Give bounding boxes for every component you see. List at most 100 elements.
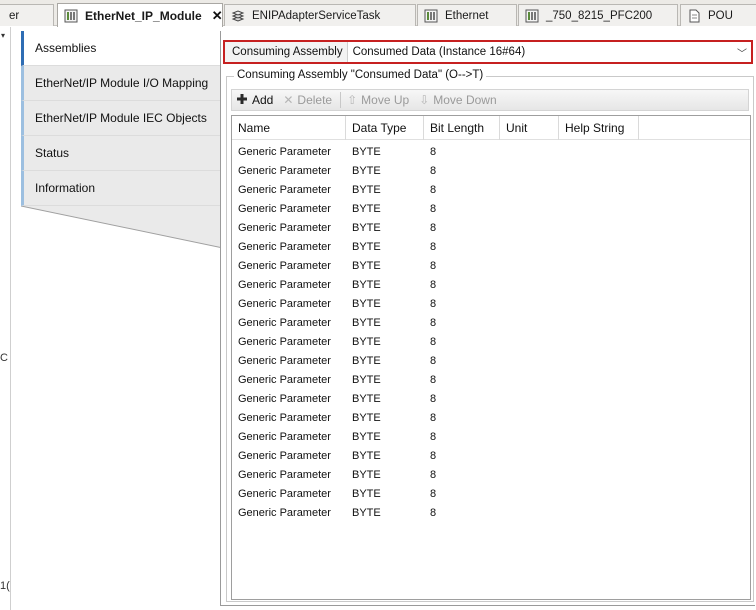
table-cell[interactable]: Generic Parameter bbox=[232, 504, 346, 523]
table-cell[interactable]: Generic Parameter bbox=[232, 390, 346, 409]
nav-item-iec-objects[interactable]: EtherNet/IP Module IEC Objects bbox=[21, 101, 223, 136]
table-cell[interactable] bbox=[559, 428, 639, 447]
table-cell[interactable]: BYTE bbox=[346, 390, 424, 409]
table-cell[interactable] bbox=[500, 447, 559, 466]
table-cell[interactable]: Generic Parameter bbox=[232, 181, 346, 200]
table-cell[interactable] bbox=[559, 352, 639, 371]
table-cell[interactable] bbox=[559, 504, 639, 523]
nav-item-assemblies[interactable]: Assemblies bbox=[21, 31, 224, 66]
table-cell[interactable]: Generic Parameter bbox=[232, 314, 346, 333]
table-cell[interactable]: BYTE bbox=[346, 504, 424, 523]
table-cell[interactable]: 8 bbox=[424, 428, 500, 447]
column-header-bit-length[interactable]: Bit Length bbox=[424, 116, 500, 140]
table-cell[interactable]: Generic Parameter bbox=[232, 238, 346, 257]
table-cell[interactable] bbox=[500, 181, 559, 200]
table-cell[interactable] bbox=[500, 352, 559, 371]
table-row[interactable]: Generic Parameter BYTE 8 bbox=[232, 409, 750, 428]
move-up-button[interactable]: ⇧ Move Up bbox=[343, 90, 415, 110]
table-cell[interactable]: 8 bbox=[424, 276, 500, 295]
table-cell[interactable]: Generic Parameter bbox=[232, 143, 346, 162]
table-cell[interactable]: 8 bbox=[424, 371, 500, 390]
table-cell[interactable]: Generic Parameter bbox=[232, 162, 346, 181]
table-cell[interactable]: 8 bbox=[424, 333, 500, 352]
table-cell[interactable]: BYTE bbox=[346, 257, 424, 276]
tab-device-partial[interactable]: er bbox=[0, 4, 54, 26]
table-cell[interactable]: 8 bbox=[424, 143, 500, 162]
table-cell[interactable] bbox=[500, 409, 559, 428]
table-row[interactable]: Generic Parameter BYTE 8 bbox=[232, 143, 750, 162]
table-cell[interactable] bbox=[500, 143, 559, 162]
table-cell[interactable] bbox=[559, 162, 639, 181]
table-cell[interactable] bbox=[500, 276, 559, 295]
table-row[interactable]: Generic Parameter BYTE 8 bbox=[232, 447, 750, 466]
table-cell[interactable] bbox=[559, 238, 639, 257]
table-cell[interactable] bbox=[559, 200, 639, 219]
tab-750-8215-pfc200[interactable]: _750_8215_PFC200 bbox=[518, 4, 678, 26]
table-cell[interactable]: BYTE bbox=[346, 219, 424, 238]
table-cell[interactable]: Generic Parameter bbox=[232, 447, 346, 466]
column-header-help-string[interactable]: Help String bbox=[559, 116, 639, 140]
table-cell[interactable]: 8 bbox=[424, 314, 500, 333]
table-cell[interactable] bbox=[559, 390, 639, 409]
table-cell[interactable] bbox=[559, 219, 639, 238]
add-button[interactable]: Add bbox=[232, 90, 279, 110]
table-cell[interactable]: Generic Parameter bbox=[232, 371, 346, 390]
table-cell[interactable]: BYTE bbox=[346, 181, 424, 200]
table-cell[interactable] bbox=[559, 466, 639, 485]
delete-button[interactable]: ✕ Delete bbox=[279, 90, 338, 110]
table-cell[interactable] bbox=[500, 295, 559, 314]
table-cell[interactable]: 8 bbox=[424, 504, 500, 523]
table-cell[interactable]: 8 bbox=[424, 238, 500, 257]
table-cell[interactable] bbox=[500, 314, 559, 333]
nav-item-io-mapping[interactable]: EtherNet/IP Module I/O Mapping bbox=[21, 66, 223, 101]
column-header-data-type[interactable]: Data Type bbox=[346, 116, 424, 140]
table-cell[interactable] bbox=[500, 200, 559, 219]
chevron-down-icon[interactable]: ▾ bbox=[1, 31, 5, 40]
table-cell[interactable]: BYTE bbox=[346, 162, 424, 181]
table-cell[interactable] bbox=[500, 219, 559, 238]
table-row[interactable]: Generic Parameter BYTE 8 bbox=[232, 257, 750, 276]
table-cell[interactable]: 8 bbox=[424, 257, 500, 276]
table-cell[interactable]: 8 bbox=[424, 181, 500, 200]
table-cell[interactable]: BYTE bbox=[346, 485, 424, 504]
table-cell[interactable] bbox=[500, 390, 559, 409]
tab-enip-adapter-service-task[interactable]: ENIPAdapterServiceTask bbox=[224, 4, 416, 26]
parameter-table[interactable]: Name Data Type Bit Length Unit Help Stri… bbox=[231, 115, 751, 600]
table-cell[interactable]: BYTE bbox=[346, 314, 424, 333]
column-header-name[interactable]: Name bbox=[232, 116, 346, 140]
move-down-button[interactable]: ⇩ Move Down bbox=[415, 90, 502, 110]
table-cell[interactable] bbox=[500, 485, 559, 504]
table-row[interactable]: Generic Parameter BYTE 8 bbox=[232, 371, 750, 390]
table-cell[interactable] bbox=[559, 333, 639, 352]
table-cell[interactable]: BYTE bbox=[346, 200, 424, 219]
table-cell[interactable] bbox=[559, 181, 639, 200]
table-row[interactable]: Generic Parameter BYTE 8 bbox=[232, 219, 750, 238]
table-cell[interactable] bbox=[559, 295, 639, 314]
table-row[interactable]: Generic Parameter BYTE 8 bbox=[232, 352, 750, 371]
table-cell[interactable] bbox=[559, 409, 639, 428]
consuming-assembly-select[interactable]: Consuming Assembly Consumed Data (Instan… bbox=[223, 40, 753, 64]
table-cell[interactable] bbox=[500, 466, 559, 485]
table-cell[interactable] bbox=[500, 162, 559, 181]
table-cell[interactable]: 8 bbox=[424, 295, 500, 314]
table-cell[interactable]: 8 bbox=[424, 352, 500, 371]
table-cell[interactable]: Generic Parameter bbox=[232, 219, 346, 238]
table-row[interactable]: Generic Parameter BYTE 8 bbox=[232, 314, 750, 333]
tab-ethernet[interactable]: Ethernet bbox=[417, 4, 517, 26]
table-cell[interactable]: Generic Parameter bbox=[232, 485, 346, 504]
table-cell[interactable]: BYTE bbox=[346, 276, 424, 295]
table-cell[interactable]: BYTE bbox=[346, 428, 424, 447]
table-cell[interactable]: BYTE bbox=[346, 333, 424, 352]
table-cell[interactable] bbox=[500, 238, 559, 257]
tab-pou[interactable]: POU bbox=[680, 4, 756, 26]
table-cell[interactable]: BYTE bbox=[346, 409, 424, 428]
table-cell[interactable]: 8 bbox=[424, 390, 500, 409]
table-row[interactable]: Generic Parameter BYTE 8 bbox=[232, 181, 750, 200]
table-cell[interactable] bbox=[500, 371, 559, 390]
chevron-down-icon[interactable]: ﹀ bbox=[733, 45, 751, 60]
table-cell[interactable]: Generic Parameter bbox=[232, 352, 346, 371]
table-cell[interactable] bbox=[559, 143, 639, 162]
table-cell[interactable]: BYTE bbox=[346, 466, 424, 485]
close-icon[interactable]: ✕ bbox=[212, 8, 222, 24]
table-row[interactable]: Generic Parameter BYTE 8 bbox=[232, 200, 750, 219]
